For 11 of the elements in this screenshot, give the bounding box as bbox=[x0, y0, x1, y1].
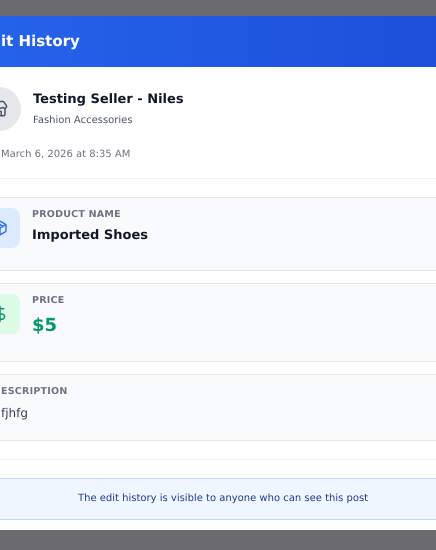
field-value: $5 bbox=[32, 314, 58, 338]
field-label: PRODUCT NAME bbox=[32, 208, 122, 222]
field-value: Imported Shoes bbox=[32, 227, 148, 246]
notice-text: The edit history is visible to anyone who can see this post bbox=[78, 492, 368, 506]
edit-timestamp: March 6, 2026 at 8:35 AM bbox=[0, 148, 132, 162]
field-value: fjhfg bbox=[1, 404, 30, 422]
field-label: ESCRIPTION bbox=[1, 385, 68, 400]
field-label: PRICE bbox=[32, 294, 64, 308]
seller-name: Testing Seller - Niles bbox=[33, 90, 184, 109]
seller-category: Fashion Accessories bbox=[33, 114, 134, 128]
dialog-title: it History bbox=[1, 31, 80, 52]
